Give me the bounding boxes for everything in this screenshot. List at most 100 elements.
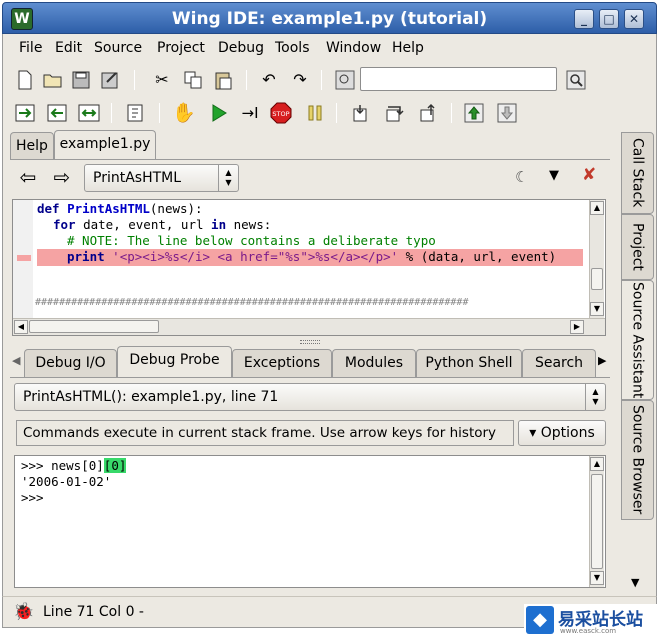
tabs-scroll-right-icon[interactable]: ▶ bbox=[598, 354, 608, 368]
tab-python-shell[interactable]: Python Shell bbox=[416, 349, 522, 377]
tab-modules[interactable]: Modules bbox=[332, 349, 416, 377]
step-over-icon[interactable] bbox=[382, 102, 406, 124]
up-stack-icon[interactable] bbox=[462, 102, 486, 124]
scroll-left-icon[interactable]: ◀ bbox=[14, 320, 28, 334]
tab-debug-probe[interactable]: Debug Probe bbox=[117, 346, 232, 378]
code-editor[interactable]: def PrintAsHTML(news): for date, event, … bbox=[12, 199, 606, 336]
editor-hscrollbar[interactable]: ◀ ▶ bbox=[13, 318, 605, 335]
find-icon[interactable] bbox=[333, 69, 357, 91]
side-tab-bar: Call Stack Project Source Assistant Sour… bbox=[619, 130, 657, 596]
scope-selector[interactable]: PrintAsHTML ▲ ▼ bbox=[84, 164, 239, 192]
search-icon[interactable] bbox=[564, 69, 588, 91]
step-into-icon[interactable] bbox=[348, 102, 372, 124]
debug-probe-shell[interactable]: >>> news[0][0] '2006-01-02' >>> ▲ ▼ bbox=[14, 455, 606, 588]
scroll-right-icon[interactable]: ▶ bbox=[570, 320, 584, 334]
undo-icon[interactable]: ↶ bbox=[257, 69, 281, 91]
search-input[interactable] bbox=[360, 67, 557, 91]
copy-icon[interactable] bbox=[181, 69, 205, 91]
toolbar-separator bbox=[451, 103, 452, 123]
stop-icon[interactable]: STOP bbox=[269, 102, 293, 124]
minimize-button[interactable]: _ bbox=[574, 9, 594, 29]
tab-help[interactable]: Help bbox=[10, 132, 54, 160]
tab-exceptions[interactable]: Exceptions bbox=[232, 349, 332, 377]
scroll-up-icon[interactable]: ▲ bbox=[590, 201, 604, 215]
menu-tools[interactable]: Tools bbox=[275, 40, 310, 56]
new-file-icon[interactable] bbox=[13, 69, 37, 91]
scroll-thumb[interactable] bbox=[591, 474, 603, 569]
scroll-up-icon[interactable]: ▲ bbox=[590, 457, 604, 471]
chevron-down-icon[interactable]: ▼ bbox=[549, 168, 569, 188]
pane-splitter[interactable] bbox=[300, 340, 320, 344]
run-to-cursor-icon[interactable]: →I bbox=[238, 102, 262, 124]
save-all-icon[interactable] bbox=[97, 69, 121, 91]
code-line-4: print '<p><i>%s</i> <a href="%s">%s</a><… bbox=[67, 249, 557, 264]
shell-vscrollbar[interactable]: ▲ ▼ bbox=[589, 456, 604, 587]
spin-arrows-icon: ▲ ▼ bbox=[585, 384, 605, 410]
tab-divider bbox=[10, 159, 610, 160]
run-debug-icon[interactable] bbox=[207, 102, 231, 124]
toolbar-separator bbox=[111, 103, 112, 123]
pause-icon[interactable] bbox=[303, 102, 327, 124]
stack-frame-selector[interactable]: PrintAsHTML(): example1.py, line 71 ▲ ▼ bbox=[14, 383, 606, 411]
toolbar-separator bbox=[159, 103, 160, 123]
scope-selector-value: PrintAsHTML bbox=[93, 170, 182, 186]
swap-icon[interactable] bbox=[77, 102, 101, 124]
watermark-logo-icon: ◆ bbox=[526, 606, 554, 634]
indent-icon[interactable] bbox=[13, 102, 37, 124]
spin-arrows-icon: ▲ ▼ bbox=[218, 165, 238, 191]
save-icon[interactable] bbox=[69, 69, 93, 91]
redo-icon[interactable]: ↷ bbox=[288, 69, 312, 91]
code-hash-line: ########################################… bbox=[35, 297, 469, 308]
tabs-scroll-left-icon[interactable]: ◀ bbox=[12, 354, 22, 368]
debug-toolbar: ✋ →I STOP bbox=[2, 97, 657, 130]
open-folder-icon[interactable] bbox=[41, 69, 65, 91]
toolbar-separator bbox=[321, 70, 322, 90]
outdent-icon[interactable] bbox=[45, 102, 69, 124]
menu-debug[interactable]: Debug bbox=[218, 40, 264, 56]
bug-icon[interactable]: 🐞 bbox=[13, 602, 34, 622]
step-out-icon[interactable] bbox=[416, 102, 440, 124]
title-bar: W Wing IDE: example1.py (tutorial) _ □ ✕ bbox=[2, 2, 657, 34]
close-button[interactable]: ✕ bbox=[624, 9, 644, 29]
tab-source-browser[interactable]: Source Browser bbox=[621, 400, 654, 520]
scroll-down-icon[interactable]: ▼ bbox=[590, 302, 604, 316]
watermark: ◆ 易采站长站 www.easck.com bbox=[524, 604, 659, 640]
comment-toggle-icon[interactable] bbox=[123, 102, 147, 124]
shell-line-1: >>> news[0][0] bbox=[21, 458, 127, 473]
stop-hand-icon[interactable]: ✋ bbox=[172, 102, 196, 124]
shell-line-2: '2006-01-02' bbox=[21, 474, 112, 489]
watermark-url: www.easck.com bbox=[560, 627, 617, 635]
options-button[interactable]: ▾ Options bbox=[518, 420, 606, 446]
menu-window[interactable]: Window bbox=[326, 40, 381, 56]
menu-file[interactable]: File bbox=[19, 40, 42, 56]
scroll-thumb[interactable] bbox=[591, 268, 603, 290]
menu-help[interactable]: Help bbox=[392, 40, 424, 56]
menu-project[interactable]: Project bbox=[157, 40, 205, 56]
paste-icon[interactable] bbox=[211, 69, 235, 91]
editor-vscrollbar[interactable]: ▲ ▼ bbox=[589, 200, 604, 318]
cursor-position: Line 71 Col 0 - bbox=[43, 604, 144, 620]
tab-project[interactable]: Project bbox=[621, 214, 654, 280]
close-editor-icon[interactable]: ✘ bbox=[582, 165, 602, 185]
maximize-button[interactable]: □ bbox=[599, 9, 619, 29]
hscroll-thumb[interactable] bbox=[29, 320, 159, 333]
code-line-2: for date, event, url in news: bbox=[53, 217, 272, 232]
tab-source-assistant[interactable]: Source Assistant bbox=[621, 280, 654, 400]
scroll-down-icon[interactable]: ▼ bbox=[590, 571, 604, 585]
chevron-down-icon[interactable]: ▼ bbox=[631, 576, 639, 589]
cut-icon[interactable]: ✂ bbox=[150, 69, 174, 91]
tab-search[interactable]: Search bbox=[522, 349, 596, 377]
bracket-match-highlight: [0] bbox=[103, 458, 127, 473]
menu-bar: File Edit Source Project Debug Tools Win… bbox=[2, 34, 657, 64]
back-arrow-icon[interactable]: ⇦ bbox=[16, 165, 40, 189]
down-stack-icon[interactable] bbox=[495, 102, 519, 124]
tab-example1-py[interactable]: example1.py bbox=[54, 130, 156, 160]
menu-edit[interactable]: Edit bbox=[55, 40, 82, 56]
forward-arrow-icon[interactable]: ⇨ bbox=[50, 165, 74, 189]
menu-source[interactable]: Source bbox=[94, 40, 142, 56]
moon-options-icon[interactable]: ☾ bbox=[515, 168, 535, 188]
tab-debug-io[interactable]: Debug I/O bbox=[24, 349, 117, 377]
main-toolbar: ✂ ↶ ↷ bbox=[2, 64, 657, 97]
shell-line-3: >>> bbox=[21, 490, 44, 505]
tab-call-stack[interactable]: Call Stack bbox=[621, 132, 654, 214]
